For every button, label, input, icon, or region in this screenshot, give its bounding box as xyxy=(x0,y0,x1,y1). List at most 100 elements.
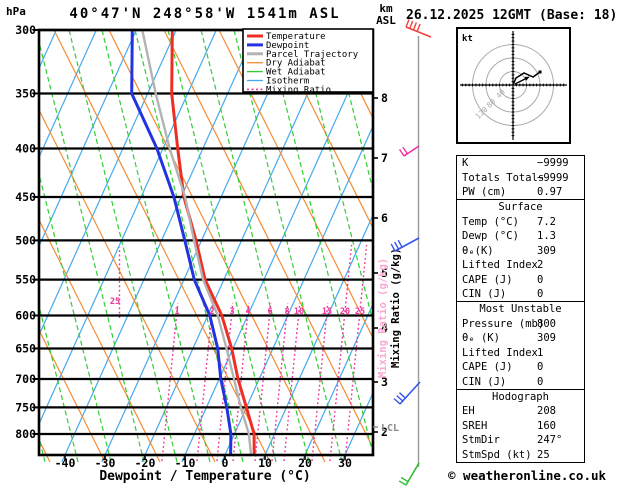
pressure-tick-label: 700 xyxy=(15,372,36,386)
pressure-tick-label: 550 xyxy=(15,273,36,287)
info-section-title: Surface xyxy=(457,199,584,214)
info-value: 0 xyxy=(537,361,544,374)
info-row: CAPE (J) 0 xyxy=(457,272,584,286)
info-row: θₑ(K) 309 xyxy=(457,244,584,258)
barb-tick xyxy=(400,476,409,483)
info-value: 7.2 xyxy=(537,215,556,228)
info-row: K −9999 xyxy=(457,156,584,170)
info-label: Dewp (°C) xyxy=(462,230,519,243)
pressure-tick-label: 450 xyxy=(15,190,36,204)
info-label: PW (cm) xyxy=(462,186,507,199)
info-row: Pressure (mb) 800 xyxy=(457,317,584,331)
temp-tick-label: -40 xyxy=(55,456,76,470)
skewt-page: 300 350 400 450 500 550 600 650 700 750 800 1 2 3 4 6 8 1… xyxy=(0,0,629,486)
info-section-title: Hodograph xyxy=(457,388,584,404)
wet-adiabat-line xyxy=(167,30,277,462)
info-label: θₑ(K) xyxy=(462,244,494,257)
barb-staff xyxy=(394,237,420,252)
barb-staff xyxy=(405,462,420,486)
mixing-ratio-label: 25 xyxy=(355,307,365,317)
wind-barb xyxy=(393,381,421,405)
info-value: −9999 xyxy=(537,171,569,184)
info-label: StmSpd (kt) xyxy=(462,448,532,461)
asl-label: ASL xyxy=(376,14,396,27)
info-row: StmSpd (kt) 25 xyxy=(457,447,584,461)
hodograph-unit-label: kt xyxy=(462,34,473,44)
info-row: Totals Totals −9999 xyxy=(457,170,584,184)
info-value: 0 xyxy=(537,288,544,300)
info-label: CAPE (J) xyxy=(462,273,513,286)
km-tick-label: 7 xyxy=(381,151,388,165)
info-label: SREH xyxy=(462,419,488,432)
km-tick-label: 6 xyxy=(381,211,388,225)
info-value: 0.97 xyxy=(537,186,563,199)
pressure-tick-label: 350 xyxy=(15,86,36,100)
info-row: CIN (J) 0 xyxy=(457,374,584,388)
info-value: 0 xyxy=(537,273,544,286)
barb-tick xyxy=(398,148,405,157)
pressure-tick-label: 500 xyxy=(15,233,36,247)
temp-tick-label: 0 xyxy=(222,456,229,470)
pressure-tick-label: 400 xyxy=(15,141,36,155)
mixing-ratio-label: 10 xyxy=(294,307,304,317)
info-value: 1 xyxy=(537,346,544,359)
info-label: K xyxy=(462,157,469,170)
temp-tick-label: 10 xyxy=(258,456,272,470)
legend-label: Mixing Ratio xyxy=(266,85,331,95)
info-value: 309 xyxy=(537,332,556,345)
info-value: 0 xyxy=(537,375,544,388)
pressure-tick-label: 800 xyxy=(15,427,36,441)
wind-barb xyxy=(398,145,420,157)
info-label: EH xyxy=(462,405,475,418)
lcl-label: LCL xyxy=(381,423,399,434)
mixing-ratio-label: 15 xyxy=(322,307,332,317)
info-label: Temp (°C) xyxy=(462,215,519,228)
datetime-label: 26.12.2025 12GMT (Base: 18) xyxy=(406,8,618,23)
temp-tick-label: 30 xyxy=(338,456,352,470)
info-row: PW (cm) 0.97 xyxy=(457,185,584,199)
info-row: SREH 160 xyxy=(457,419,584,433)
info-row: θₑ (K) 309 xyxy=(457,331,584,345)
km-tick-label: 8 xyxy=(381,91,388,105)
info-row: CAPE (J) 0 xyxy=(457,360,584,374)
pressure-unit-label: hPa xyxy=(6,5,26,18)
info-value: 309 xyxy=(537,244,556,257)
mixing-ratio-label: 3 xyxy=(229,307,234,317)
info-label: CIN (J) xyxy=(462,375,507,388)
temp-tick-label: -20 xyxy=(135,456,156,470)
info-label: CAPE (J) xyxy=(462,361,513,374)
info-row: CIN (J) 0 xyxy=(457,287,584,301)
x-axis-title: Dewpoint / Temperature (°C) xyxy=(99,469,310,484)
barb-tick xyxy=(416,23,421,32)
altitude-unit-label: km ASL xyxy=(369,3,403,27)
wet-adiabat-line xyxy=(68,30,178,462)
info-value: 25 xyxy=(537,448,550,461)
info-label: Pressure (mb) xyxy=(462,317,545,330)
mixing-ratio-label: 8 xyxy=(284,307,289,317)
info-label: CIN (J) xyxy=(462,288,507,300)
info-value: 247° xyxy=(537,434,563,447)
barb-tick xyxy=(397,239,403,248)
mixing-ratio-label: 1 xyxy=(174,307,179,317)
info-label: θₑ (K) xyxy=(462,332,500,345)
hodograph-trace-end xyxy=(538,70,542,74)
watermark: © weatheronline.co.uk xyxy=(448,468,607,483)
info-label: Lifted Index xyxy=(462,259,538,272)
info-row: EH 208 xyxy=(457,404,584,418)
isotherm-line xyxy=(0,30,16,462)
legend: TemperatureDewpointParcel TrajectoryDry … xyxy=(242,28,374,95)
info-value: −9999 xyxy=(537,157,569,170)
temp-tick-label: -30 xyxy=(95,456,116,470)
info-label: Totals Totals xyxy=(462,171,545,184)
mixing-ratio-label: 2 xyxy=(209,307,214,317)
barb-tick xyxy=(398,392,406,399)
barb-tick xyxy=(396,395,404,402)
pressure-tick-label: 300 xyxy=(15,23,36,37)
wind-barb xyxy=(398,462,420,486)
barb-tick xyxy=(393,398,401,405)
barb-tick xyxy=(412,22,418,31)
info-row: Lifted Index 2 xyxy=(457,258,584,272)
info-label: StmDir xyxy=(462,434,500,447)
mixing-ratio-line xyxy=(311,302,329,462)
info-section-title: Most Unstable xyxy=(457,301,584,316)
